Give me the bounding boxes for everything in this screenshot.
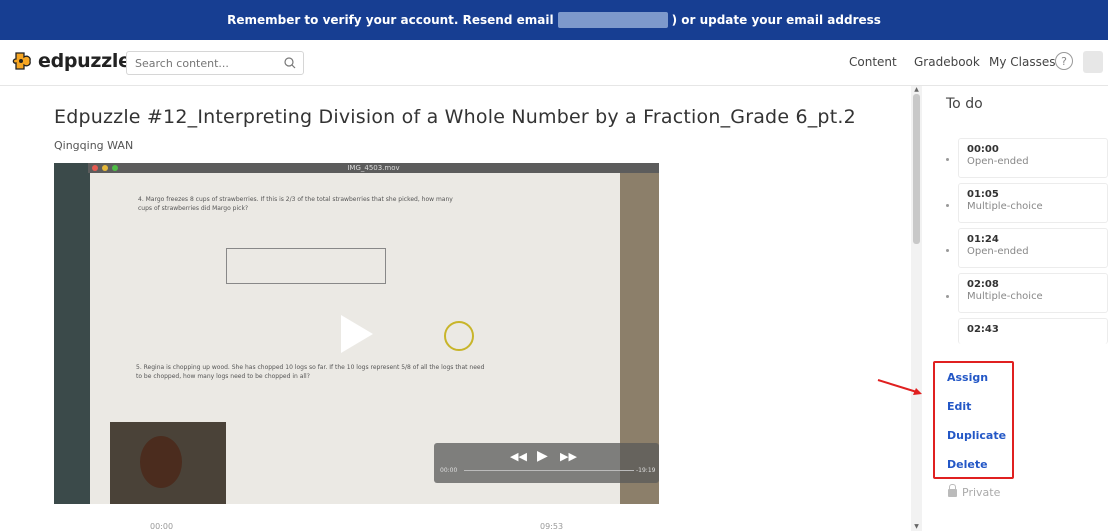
nav-content[interactable]: Content (849, 55, 897, 69)
edpuzzle-logo[interactable]: edpuzzle (12, 50, 131, 72)
presenter-face (140, 436, 182, 488)
todo-item[interactable]: 02:43 (958, 318, 1108, 344)
banner-text: Remember to verify your account. Resend … (227, 13, 554, 27)
player-time-current: 00:00 (440, 467, 458, 474)
timeline-dot (946, 204, 949, 207)
todo-time: 00:00 (967, 144, 999, 155)
todo-heading: To do (946, 96, 983, 112)
todo-time: 01:24 (967, 234, 999, 245)
annotation-arrow-icon (877, 379, 922, 395)
nav-gradebook[interactable]: Gradebook (914, 55, 980, 69)
video-title: Edpuzzle #12_Interpreting Division of a … (54, 106, 856, 128)
seek-bar[interactable] (464, 470, 634, 471)
todo-time: 02:43 (967, 324, 999, 335)
forward-icon[interactable]: ▶▶ (560, 450, 577, 463)
privacy-status[interactable]: Private (948, 483, 1001, 499)
question-sidebar: To do 00:00 Open-ended 01:05 Multiple-ch… (922, 86, 1108, 531)
edit-button[interactable]: Edit (947, 400, 971, 413)
delete-button[interactable]: Delete (947, 458, 988, 471)
assign-button[interactable]: Assign (947, 371, 988, 384)
timeline-dot (946, 295, 949, 298)
search-icon[interactable] (282, 55, 298, 71)
recording-title-bar: IMG_4503.mov (88, 163, 659, 173)
cursor-highlight-circle (444, 321, 474, 351)
timeline-dot (946, 249, 949, 252)
scroll-up-icon[interactable]: ▲ (912, 86, 921, 93)
todo-time: 02:08 (967, 279, 999, 290)
logo-icon (12, 52, 31, 70)
lock-icon (948, 483, 957, 497)
play-icon[interactable] (341, 315, 373, 353)
timeline-start-time: 00:00 (150, 522, 174, 531)
logo-text: edpuzzle (38, 50, 131, 72)
search-input[interactable] (126, 51, 304, 75)
top-navigation-bar: edpuzzle Content Gradebook My Classes ? (0, 40, 1108, 86)
redacted-email (557, 12, 668, 28)
player-controls[interactable]: ◀◀ ▶ ▶▶ 00:00 -19:19 (434, 443, 659, 483)
todo-item[interactable]: 01:05 Multiple-choice (958, 183, 1108, 223)
actions-highlight-box: Assign Edit Duplicate Delete (933, 361, 1014, 479)
todo-item[interactable]: 01:24 Open-ended (958, 228, 1108, 268)
scroll-down-icon[interactable]: ▼ (912, 523, 921, 530)
todo-item[interactable]: 00:00 Open-ended (958, 138, 1108, 178)
todo-type: Open-ended (967, 246, 1029, 257)
avatar[interactable] (1083, 51, 1103, 73)
todo-type: Multiple-choice (967, 201, 1043, 212)
todo-item[interactable]: 02:08 Multiple-choice (958, 273, 1108, 313)
rewind-icon[interactable]: ◀◀ (510, 450, 527, 463)
banner-link-text[interactable]: ) or update your email address (672, 13, 881, 27)
timeline-dot (946, 158, 949, 161)
private-label: Private (962, 486, 1001, 499)
video-background (54, 163, 90, 504)
tape-diagram-sketch (226, 248, 386, 284)
scroll-thumb[interactable] (913, 94, 920, 244)
sidebar-scrollbar[interactable]: ▲ ▼ (911, 86, 922, 531)
video-author[interactable]: Qingqing WAN (54, 139, 133, 152)
worksheet-question-5: 5. Regina is chopping up wood. She has c… (136, 364, 485, 380)
todo-time: 01:05 (967, 189, 999, 200)
play-small-icon[interactable]: ▶ (537, 448, 548, 464)
webcam-overlay (110, 422, 226, 504)
player-time-remaining: -19:19 (636, 467, 656, 474)
window-buttons (92, 165, 118, 171)
duplicate-button[interactable]: Duplicate (947, 429, 1006, 442)
todo-type: Multiple-choice (967, 291, 1043, 302)
nav-my-classes[interactable]: My Classes (989, 55, 1055, 69)
help-icon[interactable]: ? (1055, 52, 1073, 70)
video-player[interactable]: 4. Margo freezes 8 cups of strawberries.… (54, 163, 659, 504)
todo-type: Open-ended (967, 156, 1029, 167)
worksheet-question-4: 4. Margo freezes 8 cups of strawberries.… (138, 196, 453, 212)
timeline-end-time: 09:53 (540, 522, 564, 531)
verification-banner: Remember to verify your account. Resend … (0, 0, 1108, 40)
